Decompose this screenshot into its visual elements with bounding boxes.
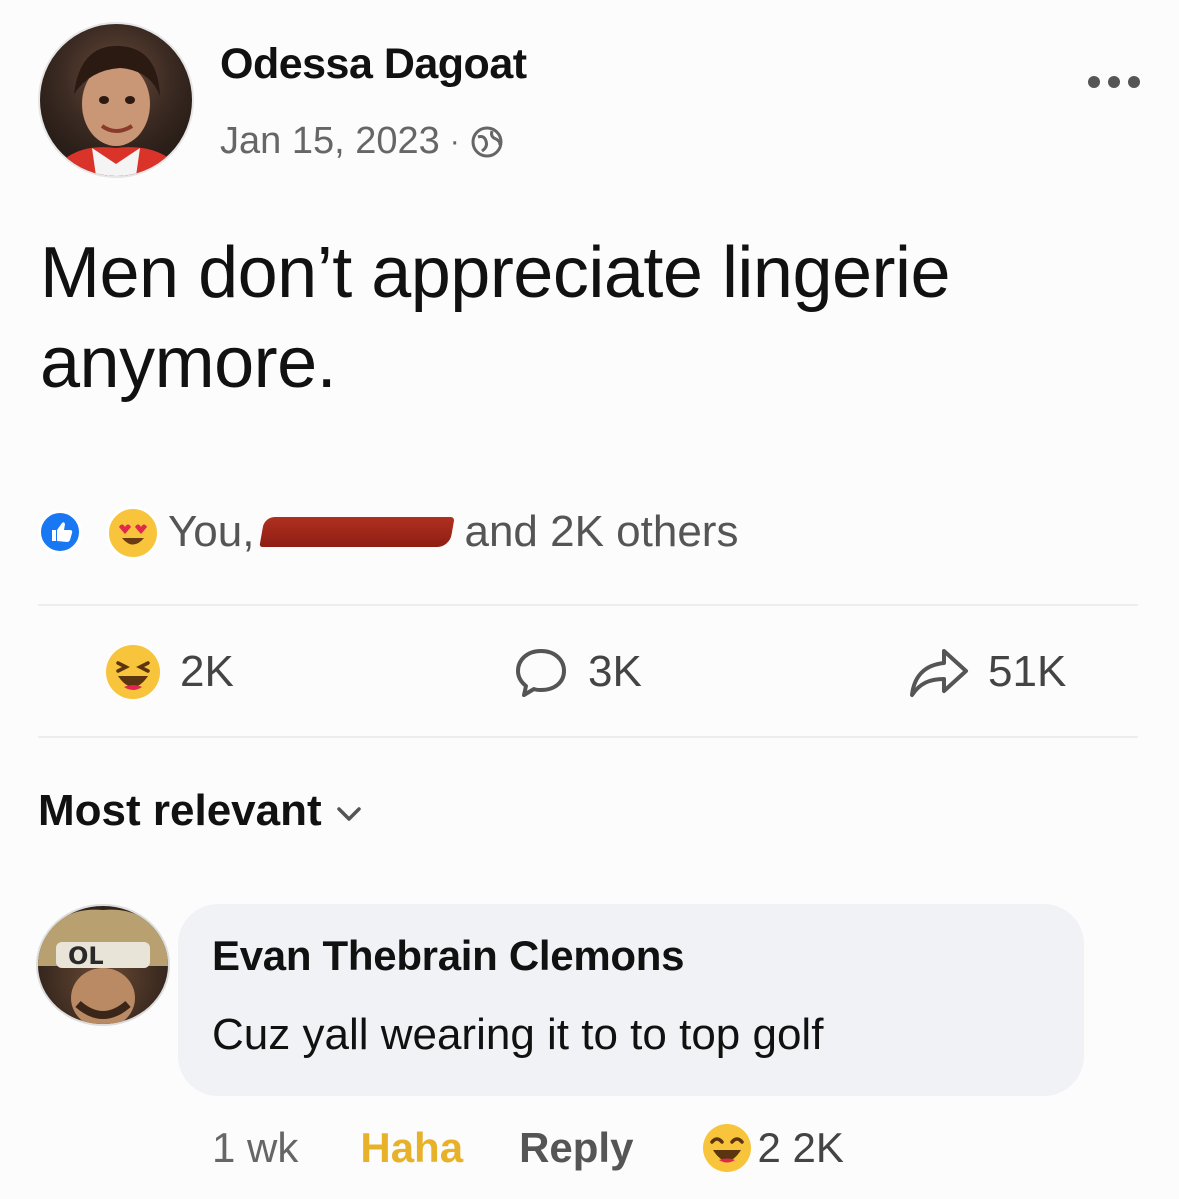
- chevron-down-icon: [336, 807, 361, 821]
- comment-timestamp[interactable]: 1 wk: [212, 1124, 298, 1172]
- reaction-summary[interactable]: You, and 2K others: [38, 504, 738, 560]
- comment-sort-dropdown[interactable]: Most relevant: [38, 786, 362, 836]
- post-meta: Jan 15, 2023 ·: [220, 120, 504, 163]
- avatar-photo: [50, 45, 186, 176]
- comment-text: Cuz yall wearing it to to top golf: [212, 1010, 824, 1059]
- author-name[interactable]: Odessa Dagoat: [220, 40, 527, 89]
- reaction-prefix: You,: [168, 507, 255, 556]
- reaction-suffix: and 2K others: [464, 507, 739, 556]
- post-date[interactable]: Jan 15, 2023: [220, 120, 440, 163]
- shares-count-button[interactable]: 51K: [908, 640, 1066, 704]
- comment-reaction-count[interactable]: 2 2K: [701, 1122, 844, 1174]
- more-dot: [1108, 76, 1120, 88]
- divider: [38, 604, 1138, 606]
- avatar-text: OL: [68, 942, 104, 970]
- haha-reaction-button[interactable]: Haha: [360, 1124, 463, 1172]
- share-arrow-icon: [910, 649, 968, 697]
- redaction-mark: [259, 517, 456, 547]
- comment-bubble-icon: [516, 649, 566, 697]
- comments-count: 3K: [588, 647, 642, 696]
- reaction-names: You, and 2K others: [168, 507, 738, 557]
- divider: [38, 736, 1138, 738]
- like-icon: [38, 510, 82, 554]
- meta-separator: ·: [449, 124, 460, 158]
- reaction-icons: [38, 504, 160, 560]
- author-avatar[interactable]: [38, 22, 194, 178]
- haha-icon: [106, 645, 160, 699]
- sort-label: Most relevant: [38, 786, 322, 835]
- reactions-count: 2K: [180, 647, 234, 696]
- commenter-avatar[interactable]: OL: [36, 904, 170, 1026]
- reply-button[interactable]: Reply: [519, 1124, 633, 1172]
- comments-count-button[interactable]: 3K: [512, 640, 642, 704]
- comment-actions: 1 wk Haha Reply 2 2K: [212, 1122, 844, 1174]
- post-text: Men don’t appreciate lingerie anymore.: [40, 233, 951, 403]
- reactions-count-button[interactable]: 2K: [104, 640, 234, 704]
- commenter-avatar-photo: OL: [38, 909, 168, 1024]
- commenter-name[interactable]: Evan Thebrain Clemons: [212, 932, 684, 980]
- heart-eyes-icon: [106, 506, 160, 560]
- comment-reaction-count-text: 2 2K: [757, 1124, 844, 1171]
- more-dot: [1088, 76, 1100, 88]
- more-dot: [1128, 76, 1140, 88]
- laughing-icon: [703, 1124, 752, 1172]
- shares-count: 51K: [988, 647, 1067, 696]
- more-options-icon[interactable]: [1088, 62, 1140, 102]
- globe-icon: [471, 126, 503, 157]
